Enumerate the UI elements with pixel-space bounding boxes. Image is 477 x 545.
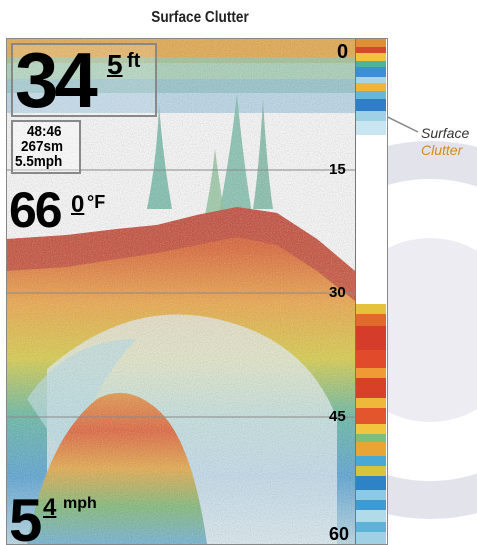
depth-scale-30: 30 bbox=[329, 284, 346, 301]
speed-value: 5 bbox=[9, 487, 42, 545]
depth-decimal: 5 bbox=[107, 49, 123, 80]
depth-scale-0: 0 bbox=[337, 41, 349, 63]
surface-clutter-callout: Surface Clutter bbox=[421, 125, 477, 159]
speed-decimal: 4 bbox=[43, 494, 57, 521]
sonar-display[interactable]: 34 5 ft 48:46 267sm 5.5mph 66 0 °F 5 4 m… bbox=[6, 38, 388, 545]
depth-value: 34 bbox=[15, 38, 98, 124]
depth-scale-60: 60 bbox=[329, 524, 350, 544]
temperature-decimal: 0 bbox=[71, 191, 85, 218]
callout-line-1: Surface bbox=[421, 125, 470, 141]
realtime-sonar-bar bbox=[355, 39, 386, 544]
callout-line-2: Clutter bbox=[421, 142, 463, 158]
distance-readout: 267sm bbox=[21, 138, 64, 155]
speed-small-readout: 5.5mph bbox=[15, 153, 63, 170]
depth-scale-15: 15 bbox=[329, 161, 346, 178]
temperature-unit: °F bbox=[87, 192, 106, 212]
depth-scale-45: 45 bbox=[329, 408, 346, 425]
speed-unit: mph bbox=[63, 495, 97, 512]
depth-readout: 34 5 ft bbox=[11, 38, 157, 124]
depth-unit: ft bbox=[127, 50, 141, 72]
navigation-info-box: 48:46 267sm 5.5mph bbox=[11, 120, 81, 174]
timer-readout: 48:46 bbox=[27, 123, 62, 140]
temperature-value: 66 bbox=[9, 182, 63, 238]
